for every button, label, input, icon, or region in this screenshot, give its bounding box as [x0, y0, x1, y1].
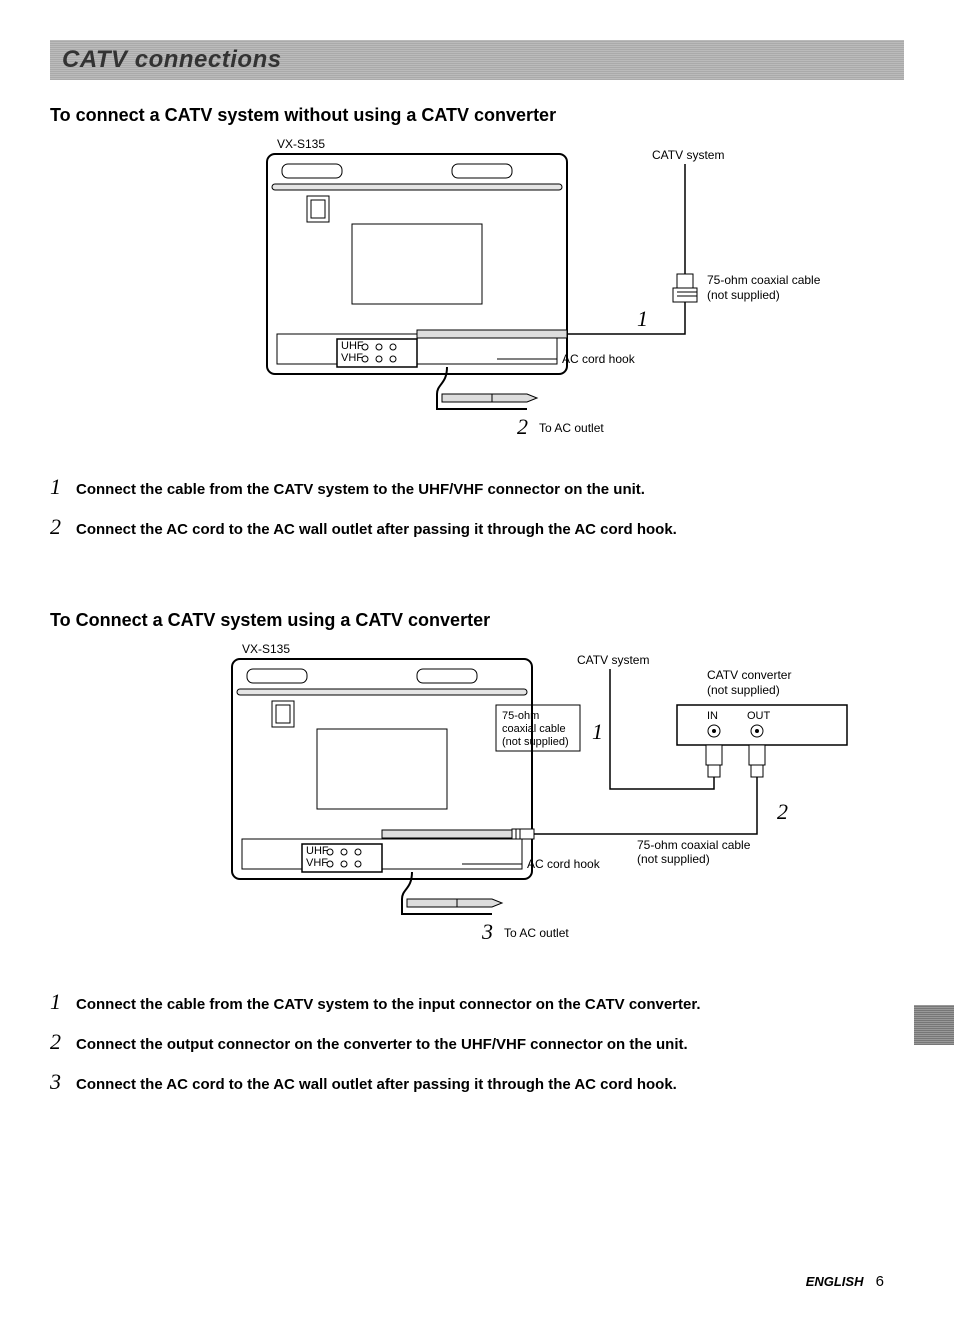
coax75a-1: 75-ohm: [502, 710, 539, 722]
section1-step-1: 1 Connect the cable from the CATV system…: [50, 474, 904, 500]
section2-heading: To Connect a CATV system using a CATV co…: [50, 610, 904, 631]
step-marker-2: 2: [517, 414, 528, 439]
diagram1-model-label: VX-S135: [277, 137, 325, 151]
diagram-1-svg: VX-S135 UHF: [107, 134, 847, 444]
footer-lang: ENGLISH: [806, 1274, 864, 1289]
page-footer: ENGLISH 6: [806, 1273, 884, 1290]
step-number: 2: [50, 514, 76, 540]
coax75b-1: 75-ohm coaxial cable: [637, 838, 751, 852]
converter-label-1: CATV converter: [707, 668, 791, 682]
plug-out-tail-icon: [751, 765, 763, 777]
uhf-label: UHF: [341, 340, 364, 352]
coax-label-1: 75-ohm coaxial cable: [707, 273, 821, 287]
plug-in-icon: [706, 745, 722, 765]
coax75a-2: coaxial cable: [502, 723, 566, 735]
section2-step-1: 1 Connect the cable from the CATV system…: [50, 989, 904, 1015]
ac-cord-hook-label-2: AC cord hook: [527, 857, 601, 871]
tv-body-icon: UHF VHF: [232, 659, 532, 879]
step-number: 2: [50, 1029, 76, 1055]
inline-plug-icon: [512, 829, 534, 839]
coax75a-3: (not supplied): [502, 736, 569, 748]
out-label: OUT: [747, 710, 771, 722]
tv-body-icon: UHF VHF: [267, 154, 567, 374]
thumb-tab-icon: [914, 1005, 954, 1045]
step-number: 3: [50, 1069, 76, 1095]
diagram-2-svg: VX-S135 UHF VHF: [82, 639, 872, 959]
diagram-1: VX-S135 UHF: [50, 134, 904, 444]
title-bar: CATV connections: [50, 40, 904, 80]
page: CATV connections To connect a CATV syste…: [0, 0, 954, 1330]
cable-2-icon: [532, 777, 757, 834]
diagram-2: VX-S135 UHF VHF: [50, 639, 904, 959]
catv-system-label: CATV system: [652, 148, 724, 162]
coax-label-2: (not supplied): [707, 288, 780, 302]
plug-out-icon: [749, 745, 765, 765]
section1-heading: To connect a CATV system without using a…: [50, 105, 904, 126]
step-text: Connect the cable from the CATV system t…: [76, 996, 701, 1013]
step-text: Connect the cable from the CATV system t…: [76, 481, 645, 498]
section2-step-3: 3 Connect the AC cord to the AC wall out…: [50, 1069, 904, 1095]
converter-label-2: (not supplied): [707, 683, 780, 697]
converter-box-icon: IN OUT: [677, 705, 847, 745]
page-title: CATV connections: [62, 46, 892, 74]
coax-plug-icon: [673, 274, 697, 302]
plug-in-tail-icon: [708, 765, 720, 777]
uhf-label: UHF: [306, 845, 329, 857]
catv-system-label-2: CATV system: [577, 653, 649, 667]
step-text: Connect the AC cord to the AC wall outle…: [76, 1076, 677, 1093]
step-number: 1: [50, 989, 76, 1015]
coax-shade-2-icon: [382, 830, 512, 838]
section2-steps: 1 Connect the cable from the CATV system…: [50, 989, 904, 1095]
coax75b-2: (not supplied): [637, 852, 710, 866]
section1-steps: 1 Connect the cable from the CATV system…: [50, 474, 904, 540]
footer-page-number: 6: [876, 1273, 884, 1290]
in-label: IN: [707, 710, 718, 722]
diagram2-model-label: VX-S135: [242, 642, 290, 656]
vhf-label: VHF: [306, 857, 328, 869]
to-ac-outlet-label-2: To AC outlet: [504, 926, 569, 940]
step-text: Connect the output connector on the conv…: [76, 1036, 688, 1053]
section2-step-2: 2 Connect the output connector on the co…: [50, 1029, 904, 1055]
coax-run-icon: [567, 302, 685, 334]
step-marker-1: 1: [637, 306, 648, 331]
coax-shade-icon: [417, 330, 567, 338]
to-ac-outlet-label: To AC outlet: [539, 421, 604, 435]
step-marker-1b: 1: [592, 719, 603, 744]
section1-step-2: 2 Connect the AC cord to the AC wall out…: [50, 514, 904, 540]
step-marker-2b: 2: [777, 799, 788, 824]
step-marker-3: 3: [481, 919, 493, 944]
ac-cord-hook-label: AC cord hook: [562, 352, 636, 366]
step-text: Connect the AC cord to the AC wall outle…: [76, 521, 677, 538]
vhf-label: VHF: [341, 352, 363, 364]
step-number: 1: [50, 474, 76, 500]
